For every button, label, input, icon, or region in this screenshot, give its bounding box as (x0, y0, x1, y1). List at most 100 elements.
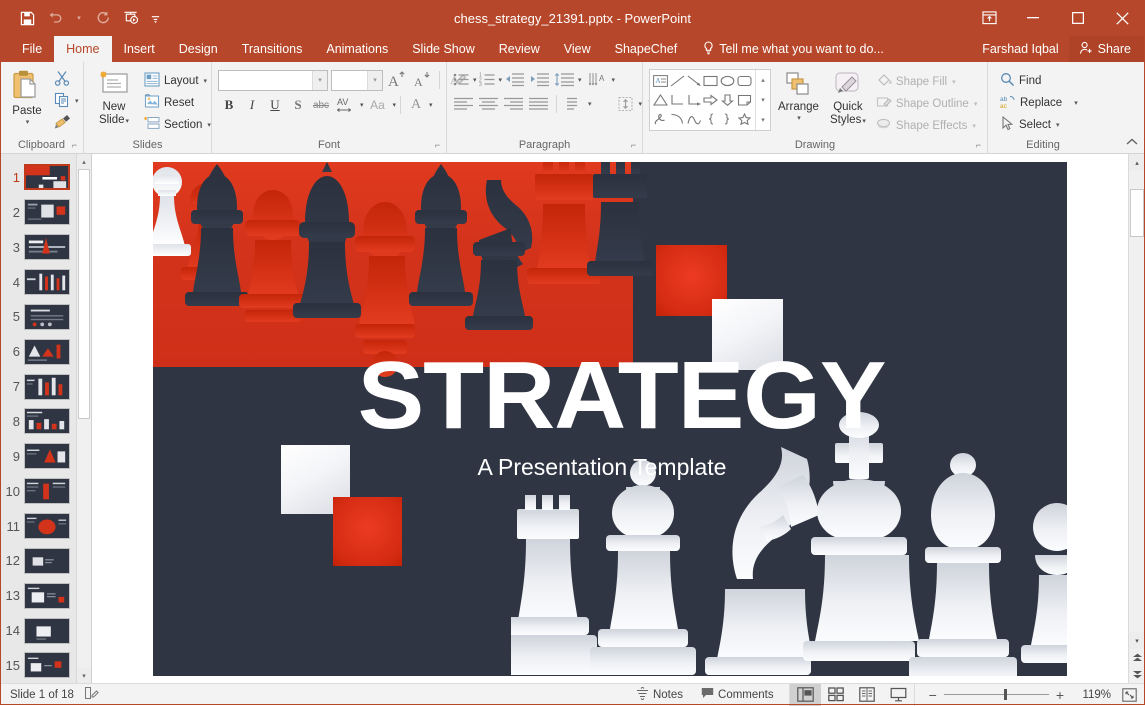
section-dropdown-icon[interactable]: ▾ (207, 121, 211, 129)
shape-effects-button[interactable]: Shape Effects ▾ (872, 115, 981, 137)
left-brace-shape[interactable] (703, 109, 720, 128)
shape-outline-button[interactable]: Shape Outline ▾ (872, 93, 981, 115)
slide-thumbnail-10[interactable]: 10 (0, 474, 76, 509)
slide-thumbnail-image[interactable] (24, 304, 70, 330)
drawing-dialog-launcher[interactable]: ⌐ (973, 140, 984, 151)
decrease-font-size-icon[interactable]: A (411, 69, 433, 91)
slide-canvas-area[interactable]: STRATEGY A Presentation Template (92, 154, 1128, 683)
slide-thumbnail-4[interactable]: 4 (0, 265, 76, 300)
undo-dropdown-icon[interactable]: ▾ (70, 6, 88, 30)
slide-thumbnail-image[interactable] (24, 269, 70, 295)
arrange-dropdown-icon[interactable]: ▾ (797, 114, 801, 122)
change-case-button[interactable]: Aa (365, 94, 391, 116)
font-size-dropdown-icon[interactable]: ▾ (367, 71, 382, 90)
strikethrough-button[interactable]: abc (310, 94, 332, 116)
save-icon[interactable] (14, 6, 40, 30)
slide-thumbnail-image[interactable] (24, 339, 70, 365)
new-slide-button[interactable]: New Slide▾ (88, 67, 140, 130)
slide-title[interactable]: STRATEGY (358, 348, 847, 444)
paste-button[interactable]: Paste ▾ (4, 67, 50, 128)
fit-slide-button[interactable] (1119, 688, 1145, 702)
slide-thumbnail-image[interactable] (24, 374, 70, 400)
tab-file[interactable]: File (10, 36, 54, 62)
elbow-arrow-connector-shape[interactable] (686, 91, 703, 110)
text-direction-dropdown-icon[interactable]: ▾ (612, 76, 616, 84)
shape-fill-dropdown-icon[interactable]: ▾ (952, 78, 956, 86)
reset-button[interactable]: Reset (140, 92, 215, 114)
arrange-button[interactable]: Arrange ▾ (773, 67, 824, 124)
paragraph-dialog-launcher[interactable]: ⌐ (628, 140, 639, 151)
down-arrow-shape[interactable] (719, 91, 736, 110)
layout-button[interactable]: Layout ▾ (140, 70, 215, 92)
quick-styles-button[interactable]: Quick Styles▾ (824, 67, 872, 130)
columns-dropdown-icon[interactable]: ▾ (588, 100, 592, 108)
folded-corner-shape[interactable] (736, 91, 753, 110)
section-button[interactable]: Section ▾ (140, 114, 215, 136)
slide-thumbnail-3[interactable]: 3 (0, 230, 76, 265)
rounded-rectangle-shape[interactable] (736, 72, 753, 91)
curve-shape[interactable] (686, 109, 703, 128)
zoom-in-button[interactable]: + (1056, 687, 1064, 703)
slide-thumbnail-image[interactable] (24, 583, 70, 609)
shapes-gallery[interactable]: A (649, 69, 771, 131)
present-icon[interactable] (118, 6, 144, 30)
shadow-button[interactable]: S (287, 94, 309, 116)
redo-icon[interactable] (90, 6, 116, 30)
tab-review[interactable]: Review (487, 36, 552, 62)
slide-1[interactable]: STRATEGY A Presentation Template (153, 162, 1067, 676)
textbox-shape[interactable]: A (652, 72, 669, 91)
slide-thumbnail-15[interactable]: 15 (0, 648, 76, 683)
scribble-shape[interactable] (652, 109, 669, 128)
slide-thumbnail-image[interactable] (24, 234, 70, 260)
columns-icon[interactable] (562, 93, 587, 114)
find-button[interactable]: Find (996, 70, 1082, 92)
slide-thumbnail-12[interactable]: 12 (0, 543, 76, 578)
align-left-icon[interactable] (451, 93, 476, 114)
zoom-level[interactable]: 119% (1071, 689, 1111, 701)
zoom-slider-handle[interactable] (1004, 689, 1007, 700)
font-color-button[interactable]: A (405, 94, 427, 116)
decrease-indent-icon[interactable] (502, 69, 527, 90)
tab-insert[interactable]: Insert (112, 36, 167, 62)
change-case-dropdown-icon[interactable]: ▾ (393, 101, 397, 109)
format-painter-button[interactable] (50, 112, 83, 134)
previous-slide-button[interactable] (1129, 649, 1145, 666)
slide-thumbnail-1[interactable]: 1 (0, 160, 76, 195)
clipboard-dialog-launcher[interactable]: ⌐ (69, 140, 80, 151)
font-size-input[interactable]: ▾ (331, 70, 383, 91)
ribbon-display-options-icon[interactable] (968, 0, 1010, 36)
slide-thumbnail-image[interactable] (24, 652, 70, 678)
thumbnail-scroll-down-icon[interactable]: ▾ (77, 668, 91, 683)
reading-view-button[interactable] (852, 684, 883, 706)
slide-thumbnail-13[interactable]: 13 (0, 578, 76, 613)
slide-thumbnail-5[interactable]: 5 (0, 299, 76, 334)
zoom-slider[interactable] (944, 694, 1049, 695)
slide-thumbnail-image[interactable] (24, 443, 70, 469)
shape-outline-dropdown-icon[interactable]: ▾ (974, 100, 978, 108)
scroll-track[interactable] (1129, 171, 1145, 632)
slide-thumbnail-2[interactable]: 2 (0, 195, 76, 230)
select-dropdown-icon[interactable]: ▾ (1056, 121, 1060, 129)
triangle-shape[interactable] (652, 91, 669, 110)
cut-button[interactable] (50, 68, 83, 90)
tab-transitions[interactable]: Transitions (230, 36, 315, 62)
gallery-scroll-up-icon[interactable]: ▴ (756, 70, 770, 90)
thumbnail-scroll-handle[interactable] (78, 169, 90, 419)
minimize-icon[interactable] (1010, 0, 1055, 36)
character-spacing-button[interactable]: AV (333, 94, 358, 116)
line-shape[interactable] (669, 72, 686, 91)
user-name[interactable]: Farshad Iqbal (972, 42, 1068, 56)
scroll-handle[interactable] (1130, 189, 1144, 237)
slide-subtitle[interactable]: A Presentation Template (367, 454, 837, 481)
font-name-dropdown-icon[interactable]: ▾ (312, 71, 327, 90)
character-spacing-dropdown-icon[interactable]: ▾ (360, 101, 364, 109)
slide-thumbnail-image[interactable] (24, 164, 70, 190)
layout-dropdown-icon[interactable]: ▾ (204, 77, 208, 85)
right-arrow-shape[interactable] (703, 91, 720, 110)
tell-me-search[interactable]: Tell me what you want to do... (689, 36, 884, 62)
tab-view[interactable]: View (552, 36, 603, 62)
increase-font-size-icon[interactable]: A (386, 69, 408, 91)
line-spacing-dropdown-icon[interactable]: ▾ (578, 76, 582, 84)
accessibility-icon[interactable] (84, 686, 99, 703)
align-right-icon[interactable] (501, 93, 526, 114)
